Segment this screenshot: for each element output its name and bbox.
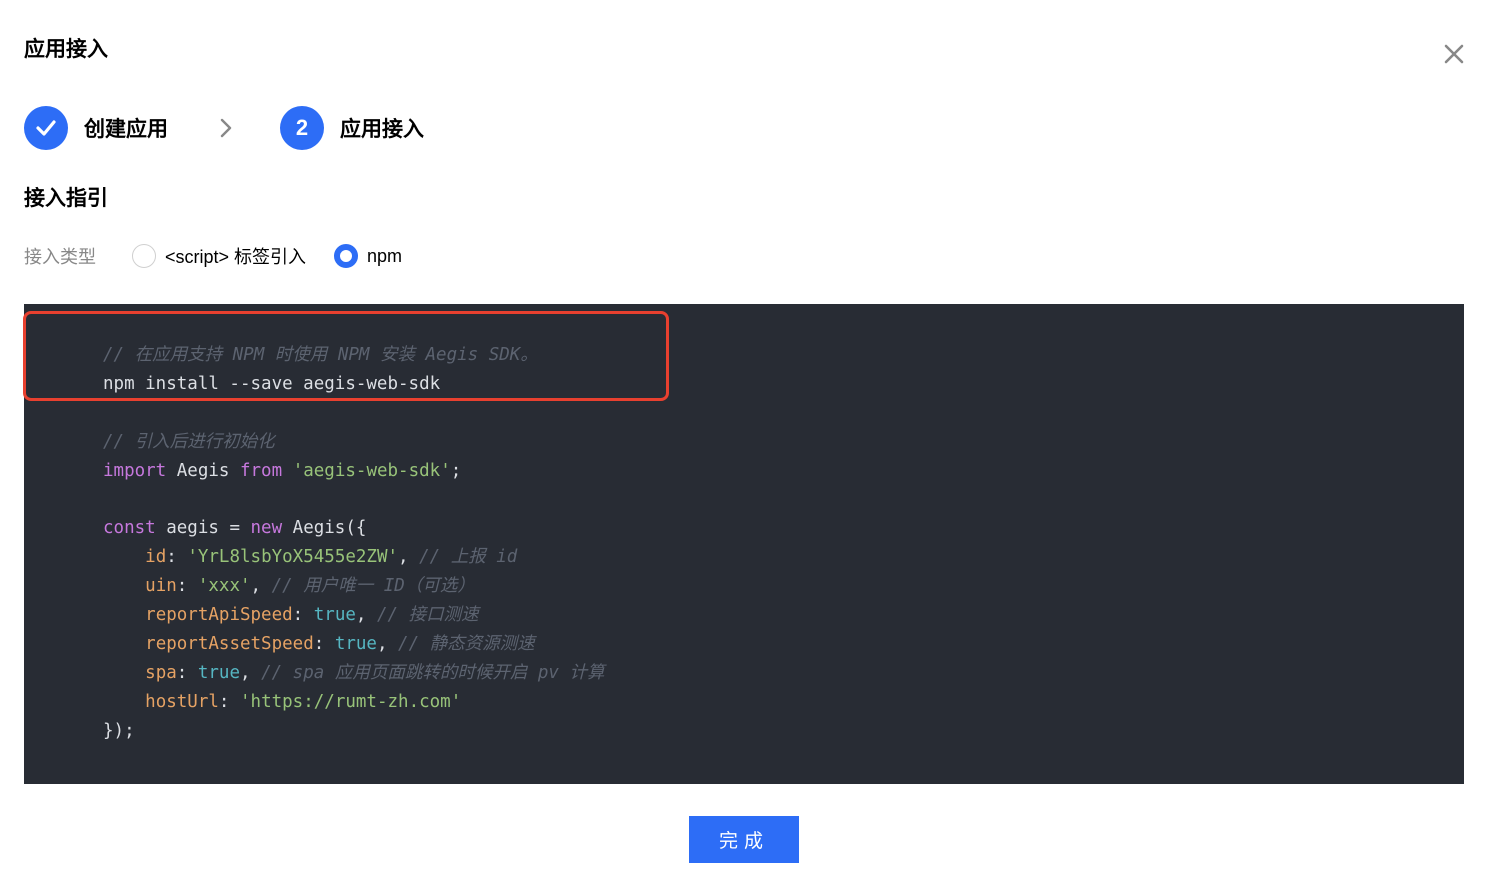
radio-checked-icon[interactable] [334, 244, 359, 268]
code-text: Aegis [166, 460, 240, 481]
code-text: ; [450, 460, 462, 481]
code-line: reportApiSpeed: true, // 接口测速 [103, 601, 604, 630]
code-text: , [250, 576, 272, 597]
radio-npm-label: npm [367, 245, 403, 266]
code-text: : [166, 547, 188, 568]
section-title: 接入指引 [24, 187, 108, 210]
code-content: // 在应用支持 NPM 时使用 NPM 安装 Aegis SDK。 npm in… [103, 341, 604, 745]
code-text: , [240, 662, 262, 683]
steps: 创建应用 2 应用接入 [24, 106, 424, 150]
code-keyword: const [103, 518, 156, 539]
code-text: , [355, 605, 377, 626]
code-line: spa: true, // spa 应用页面跳转的时候开启 pv 计算 [103, 659, 604, 688]
code-line: import Aegis from 'aegis-web-sdk'; [103, 457, 604, 486]
code-comment: // 用户唯一 ID（可选） [271, 576, 475, 597]
access-type-group: 接入类型 <script> 标签引入 npm [24, 241, 430, 271]
code-comment: // 静态资源测速 [398, 633, 535, 654]
step-2-label: 应用接入 [340, 118, 424, 141]
code-line: const aegis = new Aegis({ [103, 514, 604, 543]
close-icon [1444, 44, 1464, 64]
code-keyword: from [239, 460, 283, 481]
code-text: : [313, 633, 335, 654]
step-1-label: 创建应用 [84, 118, 168, 141]
code-text: Aegis({ [282, 518, 367, 539]
code-text: , [398, 547, 420, 568]
code-keyword: new [250, 518, 283, 539]
code-property: hostUrl [145, 691, 219, 712]
step-1-done-circle [24, 106, 68, 150]
code-boolean: true [197, 662, 240, 683]
code-text: : [176, 576, 198, 597]
code-comment: // 接口测速 [376, 605, 479, 626]
dialog-title: 应用接入 [24, 38, 108, 61]
close-button[interactable] [1440, 40, 1468, 68]
code-line: reportAssetSpeed: true, // 静态资源测速 [103, 630, 604, 659]
code-comment: // 上报 id [419, 547, 518, 568]
code-keyword: import [103, 460, 167, 481]
radio-npm[interactable]: npm [334, 244, 402, 268]
code-property: reportAssetSpeed [145, 633, 314, 654]
code-line: uin: 'xxx', // 用户唯一 ID（可选） [103, 572, 604, 601]
code-text: : [176, 662, 198, 683]
code-boolean: true [313, 605, 356, 626]
code-property: spa [145, 662, 177, 683]
code-text: : [292, 605, 314, 626]
radio-script-tag[interactable]: <script> 标签引入 [132, 243, 306, 269]
code-string: 'YrL8lsbYoX5455e2ZW' [187, 547, 399, 568]
app-access-dialog: 应用接入 创建应用 2 应用接入 接入指引 接入类型 <script> 标签引入… [0, 0, 1500, 882]
code-text: aegis = [155, 518, 251, 539]
chevron-right-icon [220, 118, 232, 138]
code-line: id: 'YrL8lsbYoX5455e2ZW', // 上报 id [103, 543, 604, 572]
highlight-annotation-box [23, 311, 669, 401]
code-comment: // 引入后进行初始化 [103, 431, 275, 452]
code-property: reportApiSpeed [145, 605, 293, 626]
code-text: }); [103, 720, 135, 741]
code-string: 'aegis-web-sdk' [292, 460, 451, 481]
code-text: , [376, 633, 399, 654]
code-comment: // spa 应用页面跳转的时候开启 pv 计算 [261, 662, 605, 683]
radio-script-tag-label: <script> 标签引入 [165, 247, 307, 267]
code-property: uin [145, 576, 177, 597]
access-type-label: 接入类型 [24, 247, 96, 267]
code-boolean: true [334, 633, 377, 654]
code-string: 'https://rumt-zh.com' [240, 691, 462, 712]
code-line: hostUrl: 'https://rumt-zh.com' [103, 688, 604, 717]
step-2-number-circle: 2 [280, 106, 324, 150]
code-property: id [145, 547, 167, 568]
code-line: }); [103, 717, 604, 746]
code-line: // 引入后进行初始化 [103, 428, 604, 457]
done-button[interactable]: 完成 [689, 816, 799, 863]
radio-unchecked-icon[interactable] [132, 244, 156, 268]
check-icon [36, 120, 56, 136]
code-string: 'xxx' [197, 576, 251, 597]
code-text: : [218, 691, 240, 712]
